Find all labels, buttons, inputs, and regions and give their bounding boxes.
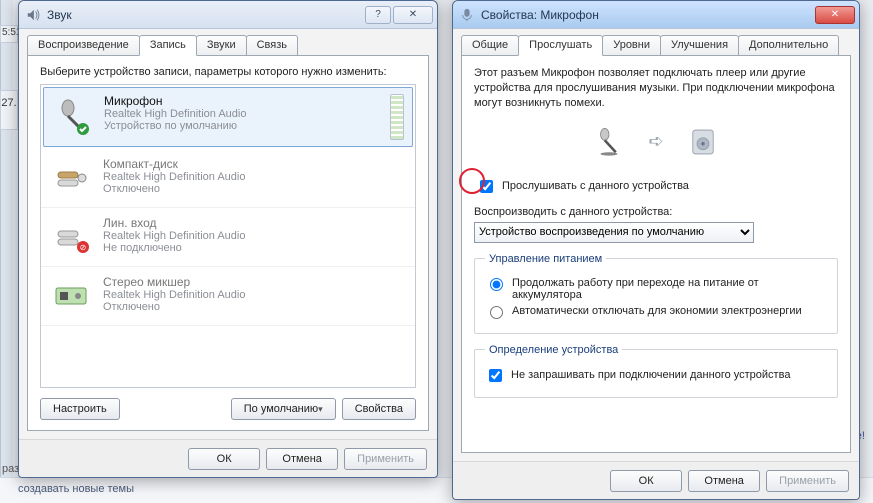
cancel-button[interactable]: Отмена	[688, 470, 760, 492]
instruction-text: Выберите устройство записи, параметры ко…	[40, 66, 416, 78]
device-name: Компакт-диск	[103, 157, 405, 171]
cd-jack-icon	[51, 157, 93, 199]
listen-checkbox-label: Прослушивать с данного устройства	[502, 180, 689, 192]
device-status: Отключено	[103, 301, 405, 313]
listen-checkbox-row[interactable]: Прослушивать с данного устройства	[476, 177, 838, 196]
sound-window: Звук ? ✕ Воспроизведение Запись Звуки Св…	[18, 0, 438, 478]
device-driver: Realtek High Definition Audio	[103, 171, 405, 183]
device-cd[interactable]: Компакт-диск Realtek High Definition Aud…	[41, 149, 415, 208]
listen-description: Этот разъем Микрофон позволяет подключат…	[474, 66, 838, 111]
device-microphone[interactable]: Микрофон Realtek High Definition Audio У…	[43, 87, 413, 147]
help-button[interactable]: ?	[365, 6, 391, 24]
device-name: Стерео микшер	[103, 275, 405, 289]
level-meter	[390, 94, 404, 140]
apply-button[interactable]: Применить	[344, 448, 427, 470]
props-dialog-buttons: ОК Отмена Применить	[453, 461, 859, 499]
ok-button[interactable]: ОК	[188, 448, 260, 470]
close-button[interactable]: ✕	[393, 6, 433, 24]
background-right-column	[0, 0, 13, 503]
mic-properties-window: Свойства: Микрофон ✕ Общие Прослушать Ур…	[452, 0, 860, 500]
tab-advanced[interactable]: Дополнительно	[738, 35, 839, 55]
configure-button[interactable]: Настроить	[40, 398, 120, 420]
power-autooff-label: Автоматически отключать для экономии эле…	[512, 305, 802, 317]
props-titlebar[interactable]: Свойства: Микрофон ✕	[453, 1, 859, 29]
props-title: Свойства: Микрофон	[481, 8, 599, 22]
dont-ask-checkbox[interactable]	[489, 369, 502, 382]
device-driver: Realtek High Definition Audio	[103, 289, 405, 301]
speaker-icon	[25, 7, 41, 23]
listen-tab-body: Этот разъем Микрофон позволяет подключат…	[461, 55, 851, 453]
properties-button[interactable]: Свойства	[342, 398, 416, 420]
power-continue-radio[interactable]	[490, 278, 503, 291]
svg-text:⊘: ⊘	[80, 243, 87, 252]
playback-device-select[interactable]: Устройство воспроизведения по умолчанию	[474, 222, 754, 243]
soundcard-icon	[51, 275, 93, 317]
sound-client: Воспроизведение Запись Звуки Связь Выбер…	[19, 29, 437, 439]
device-status: Устройство по умолчанию	[104, 120, 384, 132]
playback-through-label: Воспроизводить с данного устройства:	[474, 206, 838, 218]
arrow-right-icon: ➪	[648, 131, 663, 152]
jack-legend: Определение устройства	[485, 344, 622, 356]
microphone-icon	[459, 7, 475, 23]
device-status: Не подключено	[103, 242, 405, 254]
close-button[interactable]: ✕	[815, 6, 855, 24]
device-driver: Realtek High Definition Audio	[103, 230, 405, 242]
speaker-device-icon	[686, 125, 720, 159]
set-default-button[interactable]: По умолчанию	[231, 398, 336, 420]
power-continue-row[interactable]: Продолжать работу при переходе на питани…	[485, 277, 827, 301]
listen-checkbox[interactable]	[480, 180, 493, 193]
device-name: Лин. вход	[103, 216, 405, 230]
sound-title: Звук	[47, 8, 72, 22]
tab-sounds[interactable]: Звуки	[196, 35, 247, 55]
tab-general[interactable]: Общие	[461, 35, 519, 55]
background-time: 5:51	[0, 25, 18, 43]
props-tabstrip: Общие Прослушать Уровни Улучшения Дополн…	[461, 35, 851, 55]
tab-recording[interactable]: Запись	[139, 35, 197, 56]
linein-jack-icon: ⊘	[51, 216, 93, 258]
cancel-button[interactable]: Отмена	[266, 448, 338, 470]
power-continue-label: Продолжать работу при переходе на питани…	[512, 277, 827, 301]
sound-dialog-buttons: ОК Отмена Применить	[19, 439, 437, 477]
sound-tabstrip: Воспроизведение Запись Звуки Связь	[27, 35, 429, 55]
power-legend: Управление питанием	[485, 253, 606, 265]
device-stereomix[interactable]: Стерео микшер Realtek High Definition Au…	[41, 267, 415, 326]
dont-ask-label: Не запрашивать при подключении данного у…	[511, 369, 790, 381]
tab-playback[interactable]: Воспроизведение	[27, 35, 140, 55]
props-client: Общие Прослушать Уровни Улучшения Дополн…	[453, 29, 859, 461]
jack-detection-group: Определение устройства Не запрашивать пр…	[474, 344, 838, 398]
ok-button[interactable]: ОК	[610, 470, 682, 492]
device-button-row: Настроить По умолчанию Свойства	[40, 398, 416, 420]
background-number: 27.	[0, 90, 18, 130]
power-autooff-radio[interactable]	[490, 306, 503, 319]
power-autooff-row[interactable]: Автоматически отключать для экономии эле…	[485, 305, 827, 319]
dont-ask-row[interactable]: Не запрашивать при подключении данного у…	[485, 366, 827, 385]
power-management-group: Управление питанием Продолжать работу пр…	[474, 253, 838, 334]
listen-illustration: ➪	[474, 121, 838, 163]
device-name: Микрофон	[104, 94, 384, 108]
tab-communications[interactable]: Связь	[246, 35, 298, 55]
sound-tab-body: Выберите устройство записи, параметры ко…	[27, 55, 429, 431]
tab-enhancements[interactable]: Улучшения	[660, 35, 739, 55]
tab-listen[interactable]: Прослушать	[518, 35, 603, 56]
recording-device-list[interactable]: Микрофон Realtek High Definition Audio У…	[40, 84, 416, 388]
mic-stand-icon	[592, 125, 626, 159]
device-driver: Realtek High Definition Audio	[104, 108, 384, 120]
tab-levels[interactable]: Уровни	[602, 35, 661, 55]
apply-button[interactable]: Применить	[766, 470, 849, 492]
device-status: Отключено	[103, 183, 405, 195]
device-linein[interactable]: ⊘ Лин. вход Realtek High Definition Audi…	[41, 208, 415, 267]
microphone-icon	[52, 94, 94, 136]
sound-titlebar[interactable]: Звук ? ✕	[19, 1, 437, 29]
